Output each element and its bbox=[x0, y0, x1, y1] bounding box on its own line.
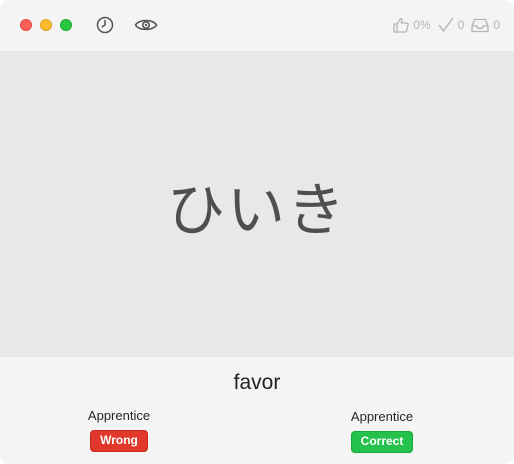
done-count-value: 0 bbox=[457, 18, 465, 32]
vocabulary-reading: ひいき bbox=[166, 176, 347, 244]
close-window-button[interactable] bbox=[20, 19, 32, 31]
reading-result: Apprentice Correct bbox=[322, 408, 442, 453]
history-button[interactable] bbox=[95, 14, 115, 36]
srs-level-label: Apprentice bbox=[87, 408, 151, 423]
srs-level-label: Apprentice bbox=[350, 409, 414, 424]
app-window: 0% 0 0 ひいき favor Apprentice Wrong Appren… bbox=[0, 0, 514, 464]
done-count-stat: 0 bbox=[437, 16, 465, 34]
inbox-icon bbox=[471, 18, 489, 33]
correct-badge: Correct bbox=[350, 431, 414, 453]
queue-count-stat: 0 bbox=[470, 16, 500, 34]
success-rate-stat: 0% bbox=[392, 16, 431, 34]
minimize-window-button[interactable] bbox=[40, 19, 52, 31]
zoom-window-button[interactable] bbox=[60, 19, 72, 31]
queue-count-value: 0 bbox=[493, 18, 500, 32]
title-bar: 0% 0 0 bbox=[0, 0, 514, 51]
success-rate-value: 0% bbox=[413, 18, 431, 32]
flashcard[interactable]: ひいき bbox=[0, 51, 514, 357]
reveal-answer-button[interactable] bbox=[134, 14, 158, 36]
wrong-badge: Wrong bbox=[90, 430, 148, 452]
meaning-text: favor bbox=[233, 371, 281, 394]
eye-icon bbox=[134, 19, 158, 31]
meaning-result: Apprentice Wrong bbox=[59, 408, 179, 452]
clock-icon bbox=[96, 16, 114, 34]
thumbs-up-icon bbox=[393, 17, 409, 33]
review-stats: 0% 0 0 bbox=[392, 14, 500, 36]
answer-panel: favor Apprentice Wrong Apprentice Correc… bbox=[0, 357, 514, 464]
checkmark-icon bbox=[438, 17, 453, 32]
